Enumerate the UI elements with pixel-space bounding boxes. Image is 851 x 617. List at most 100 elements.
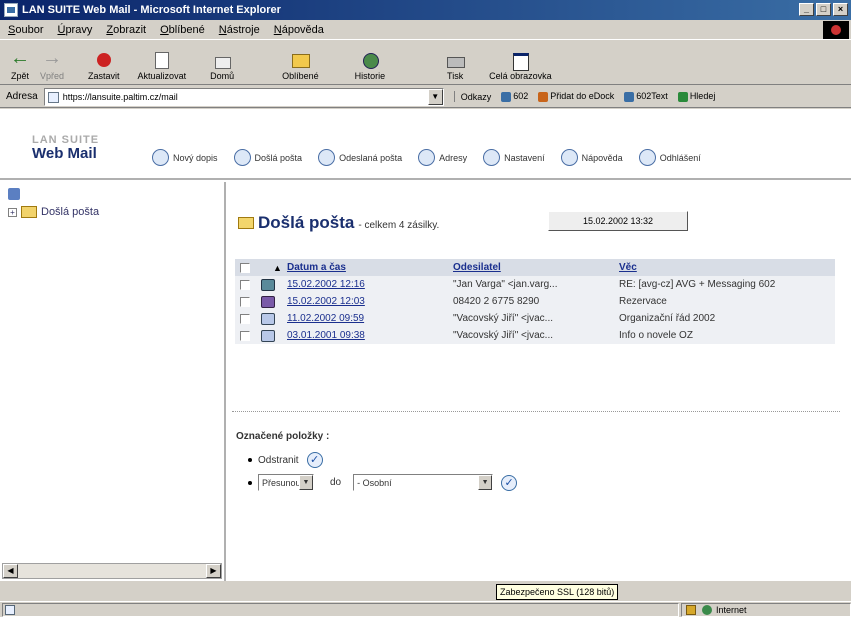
window-controls: _ □ × — [799, 3, 848, 16]
table-row[interactable]: 15.02.2002 12:03 08420 2 6775 8290 Rezer… — [235, 293, 835, 310]
message-from: "Vacovský Jiří" <jvac... — [453, 313, 553, 324]
message-date-link[interactable]: 15.02.2002 12:03 — [287, 296, 365, 307]
menu-file[interactable]: Soubor — [8, 24, 43, 36]
select-all-checkbox[interactable] — [240, 262, 250, 273]
globe-icon — [702, 604, 712, 615]
scroll-left-icon[interactable]: ◀ — [3, 564, 18, 578]
browser-toolbar: Zpět Vpřed Zastavit Aktualizovat Domů Ob… — [0, 41, 851, 85]
webmail-header: LAN SUITE Web Mail Nový dopis Došlá pošt… — [0, 109, 851, 180]
menu-favorites[interactable]: Oblíbené — [160, 24, 205, 36]
nav-logout[interactable]: Odhlášení — [638, 149, 701, 166]
forward-button[interactable]: Vpřed — [40, 42, 64, 84]
sort-ascending-icon[interactable]: ▲ — [273, 263, 282, 273]
menu-edit[interactable]: Úpravy — [57, 24, 92, 36]
inbox-content: Došlá pošta - celkem 4 zásilky. 15.02.20… — [228, 182, 851, 581]
message-from: 08420 2 6775 8290 — [453, 296, 540, 307]
scroll-right-icon[interactable]: ▶ — [206, 564, 221, 578]
message-date-link[interactable]: 15.02.2002 12:16 — [287, 279, 365, 290]
lock-icon[interactable] — [686, 604, 696, 615]
refresh-button[interactable]: Aktualizovat — [138, 42, 186, 84]
move-action-select[interactable]: Přesunout ▼ — [258, 474, 314, 491]
favorites-icon — [290, 51, 311, 69]
favorites-button[interactable]: Oblíbené — [282, 42, 319, 84]
ssl-tooltip: Zabezpečeno SSL (128 bitů) — [496, 584, 619, 600]
nav-settings[interactable]: Nastavení — [483, 149, 545, 166]
address-dropdown-button[interactable]: ▼ — [427, 88, 443, 105]
home-icon — [212, 51, 232, 69]
folder-sidebar: + Došlá pošta ◀ ▶ — [0, 182, 226, 581]
nav-addresses[interactable]: Adresy — [418, 149, 467, 166]
ie-icon — [4, 3, 18, 17]
history-icon — [360, 51, 380, 69]
current-datetime: 15.02.2002 13:32 — [548, 211, 688, 231]
logout-icon — [638, 149, 656, 166]
message-date-link[interactable]: 11.02.2002 09:59 — [287, 313, 364, 324]
nav-help[interactable]: Nápověda — [560, 149, 623, 166]
marked-items-title: Označené položky : — [236, 431, 330, 442]
move-action: Přesunout ▼ do - Osobní ▼ ✓ — [248, 474, 518, 491]
nav-sent[interactable]: Odeslaná pošta — [318, 149, 402, 166]
settings-icon — [483, 149, 501, 166]
back-arrow-icon — [10, 47, 30, 70]
fullscreen-button[interactable]: Celá obrazovka — [489, 42, 552, 84]
table-row[interactable]: 15.02.2002 12:16 "Jan Varga" <jan.varg..… — [235, 276, 835, 293]
chevron-down-icon: ▼ — [478, 475, 493, 490]
status-bar: Internet — [0, 601, 851, 617]
column-date[interactable]: Datum a čas — [287, 262, 346, 273]
delete-go-button[interactable]: ✓ — [306, 452, 323, 468]
to-label: do — [330, 477, 342, 488]
inbox-heading: Došlá pošta - celkem 4 zásilky. — [238, 213, 439, 233]
column-from[interactable]: Odesilatel — [453, 262, 501, 273]
row-checkbox[interactable] — [240, 330, 250, 341]
link-602[interactable]: 602 — [501, 91, 528, 102]
zone-label: Internet — [716, 604, 747, 615]
table-header: ▲ Datum a čas Odesilatel Věc — [235, 259, 835, 276]
folder-inbox[interactable]: + Došlá pošta — [8, 206, 99, 218]
table-row[interactable]: 03.01.2001 09:38 "Vacovský Jiří" <jvac..… — [235, 327, 835, 344]
message-date-link[interactable]: 03.01.2001 09:38 — [287, 330, 365, 341]
refresh-icon — [152, 51, 172, 69]
stop-icon — [94, 51, 114, 69]
menu-help[interactable]: Nápověda — [274, 24, 324, 36]
sidebar-horizontal-scrollbar[interactable]: ◀ ▶ — [2, 563, 222, 579]
close-button[interactable]: × — [833, 3, 848, 16]
message-from: "Vacovský Jiří" <jvac... — [453, 330, 553, 341]
delete-action: Odstranit ✓ — [248, 452, 323, 468]
divider — [232, 411, 840, 412]
row-checkbox[interactable] — [240, 296, 250, 307]
print-button[interactable]: Tisk — [445, 42, 466, 84]
history-button[interactable]: Historie — [355, 42, 385, 84]
stop-button[interactable]: Zastavit — [88, 42, 120, 84]
column-subject[interactable]: Věc — [619, 262, 637, 273]
page-status-icon — [5, 604, 15, 615]
nav-inbox[interactable]: Došlá pošta — [233, 149, 302, 166]
lan-suite-logo: LAN SUITE Web Mail — [32, 134, 100, 162]
expand-icon[interactable]: + — [8, 207, 17, 217]
message-count: - celkem 4 zásilky. — [358, 220, 440, 231]
link-602text[interactable]: 602Text — [624, 91, 668, 102]
target-folder-select[interactable]: - Osobní ▼ — [353, 474, 494, 491]
maximize-button[interactable]: □ — [816, 3, 831, 16]
mailbox-root-icon — [8, 188, 20, 200]
menu-tools[interactable]: Nástroje — [219, 24, 260, 36]
nav-new-message[interactable]: Nový dopis — [152, 149, 218, 166]
link-icon — [624, 91, 635, 102]
link-edock[interactable]: Přidat do eDock — [538, 91, 614, 102]
message-table: ▲ Datum a čas Odesilatel Věc 15.02.2002 … — [235, 259, 835, 344]
page-title: Došlá pošta — [258, 213, 355, 232]
back-button[interactable]: Zpět — [10, 42, 30, 84]
help-icon — [560, 149, 578, 166]
address-input[interactable]: https://lansuite.paltim.cz/mail ▼ — [43, 87, 444, 106]
fax-icon — [261, 295, 275, 308]
table-row[interactable]: 11.02.2002 09:59 "Vacovský Jiří" <jvac..… — [235, 310, 835, 327]
chevron-down-icon: ▼ — [299, 475, 313, 490]
row-checkbox[interactable] — [240, 313, 250, 324]
move-go-button[interactable]: ✓ — [501, 474, 518, 491]
minimize-button[interactable]: _ — [799, 3, 814, 16]
row-checkbox[interactable] — [240, 279, 250, 290]
new-message-icon — [152, 149, 169, 166]
envelope-icon — [238, 217, 254, 229]
link-search[interactable]: Hledej — [677, 91, 715, 102]
home-button[interactable]: Domů — [210, 42, 234, 84]
menu-view[interactable]: Zobrazit — [106, 24, 146, 36]
